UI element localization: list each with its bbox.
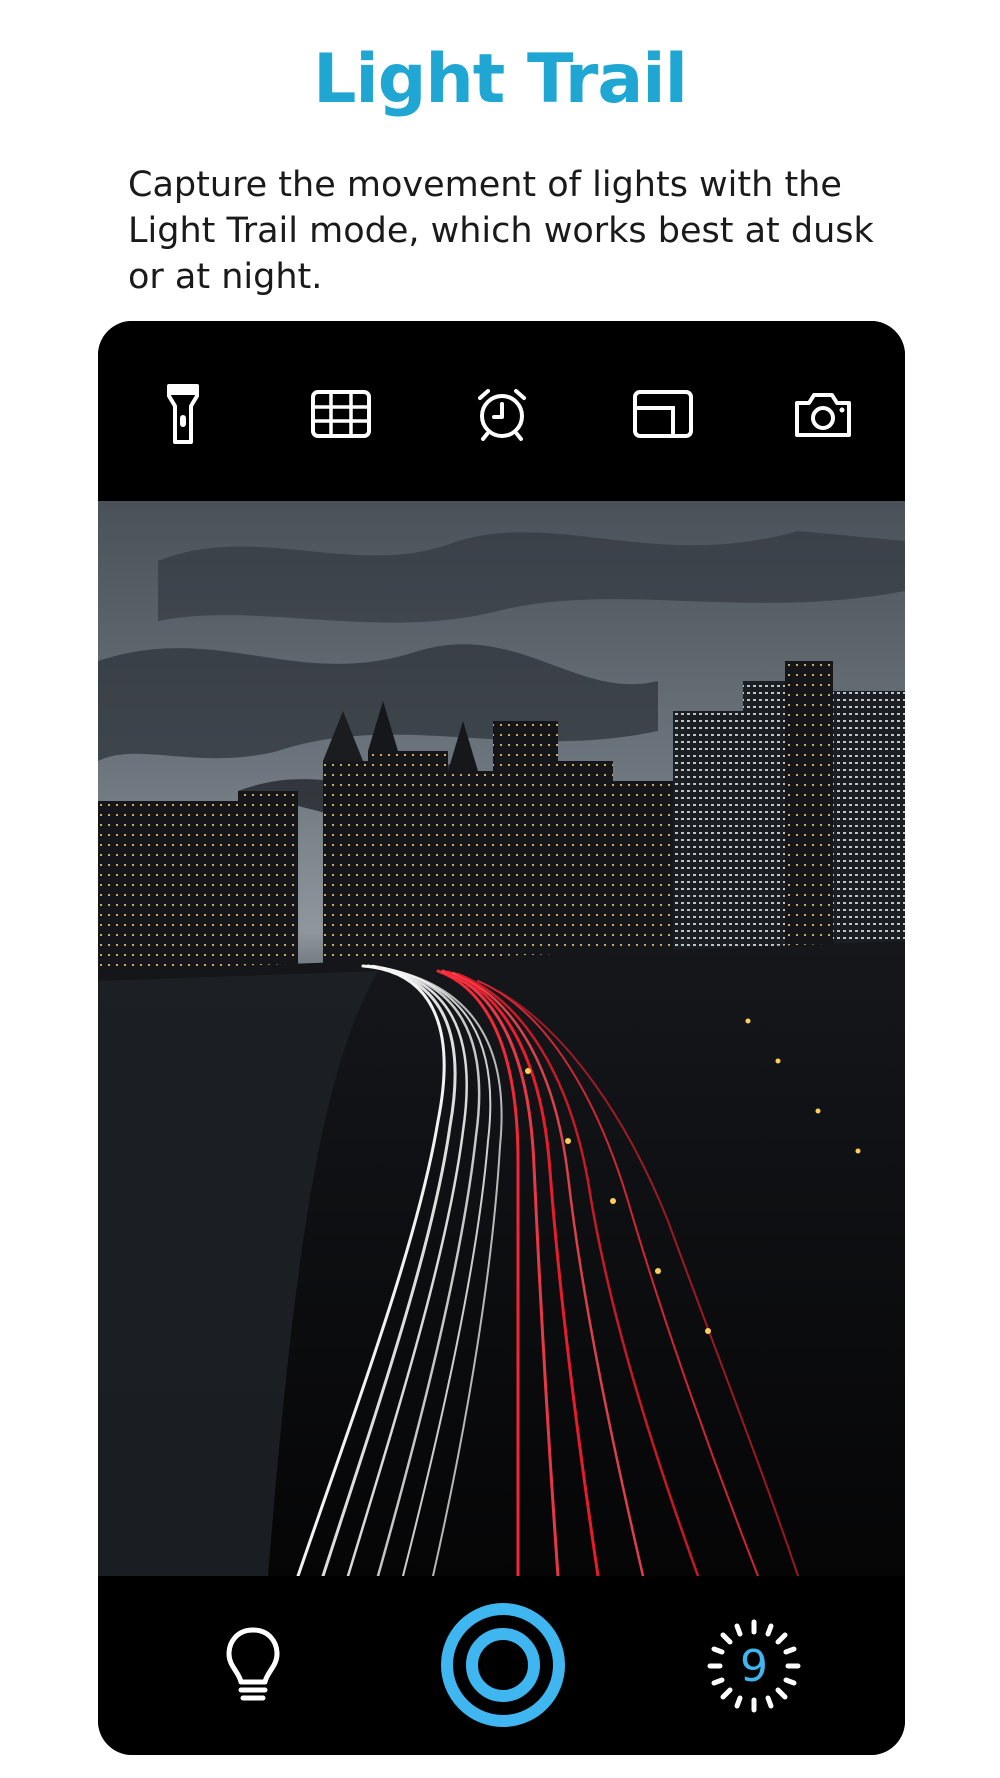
light-trail-mode-button[interactable] — [213, 1621, 293, 1711]
flashlight-button[interactable] — [148, 379, 218, 449]
switch-camera-button[interactable] — [788, 379, 858, 449]
flashlight-icon — [167, 384, 199, 444]
page-title: Light Trail — [313, 40, 688, 119]
brightness-value: 9 — [740, 1640, 768, 1692]
aspect-ratio-button[interactable] — [628, 379, 698, 449]
aspect-ratio-icon — [633, 390, 693, 438]
camera-preview-frame: 9 — [98, 321, 905, 1755]
camera-viewfinder[interactable] — [98, 501, 905, 1576]
switch-camera-icon — [795, 393, 851, 437]
timer-icon — [478, 389, 526, 441]
grid-button[interactable] — [306, 379, 376, 449]
shutter-button[interactable] — [440, 1602, 566, 1728]
shutter-icon — [441, 1603, 565, 1727]
night-city-photo — [98, 501, 905, 1576]
page-description: Capture the movement of lights with the … — [128, 165, 874, 297]
camera-bottom-toolbar: 9 — [98, 1576, 905, 1755]
timer-button[interactable] — [467, 379, 537, 449]
brightness-button[interactable]: 9 — [704, 1616, 804, 1716]
grid-icon — [311, 390, 371, 438]
lightbulb-icon — [226, 1627, 280, 1701]
camera-top-toolbar — [98, 321, 905, 501]
